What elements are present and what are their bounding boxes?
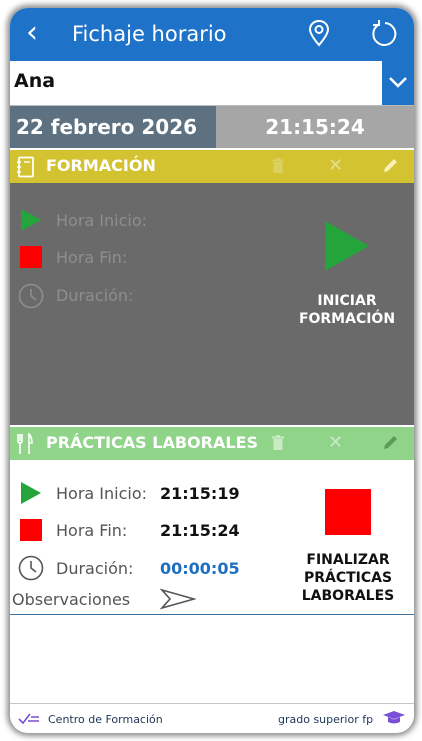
trash-icon[interactable]	[272, 158, 284, 178]
app-window: ‹ Fichaje horario Ana 22 febrero 2026 21…	[10, 8, 414, 733]
chevron-down-icon	[389, 77, 407, 88]
hora-fin-label: Hora Fin:	[56, 248, 128, 267]
practicas-section: PRÁCTICAS LABORALES ✕ Hora Inicio: 21:15…	[10, 427, 414, 615]
fork-knife-icon	[16, 432, 34, 459]
observaciones-label[interactable]: Observaciones	[12, 590, 130, 609]
close-icon[interactable]: ✕	[328, 155, 343, 176]
clock-icon	[18, 283, 44, 313]
clock-icon	[18, 555, 44, 585]
refresh-icon[interactable]	[370, 19, 400, 53]
section-title: FORMACIÓN	[46, 156, 156, 175]
close-icon[interactable]: ✕	[328, 432, 343, 453]
finalizar-practicas-button[interactable]: FINALIZAR PRÁCTICAS LABORALES	[282, 489, 414, 605]
duracion-label: Duración:	[56, 286, 134, 305]
graduation-cap-icon	[382, 710, 406, 729]
stop-icon	[20, 246, 42, 272]
hora-fin-label: Hora Fin:	[56, 521, 128, 540]
dropdown-button[interactable]	[382, 61, 414, 105]
footer: Centro de Formación grado superior fp	[10, 703, 414, 733]
chevron-left-icon[interactable]: ‹	[26, 15, 38, 51]
user-select-value: Ana	[14, 70, 56, 92]
current-time: 21:15:24	[216, 106, 414, 148]
top-bar: ‹ Fichaje horario	[10, 8, 414, 61]
section-title: PRÁCTICAS LABORALES	[46, 433, 258, 452]
page-title: Fichaje horario	[72, 22, 227, 46]
current-date: 22 febrero 2026	[10, 106, 216, 148]
play-icon	[325, 221, 369, 271]
pencil-icon[interactable]	[382, 158, 398, 178]
action-label-line3: LABORALES	[301, 588, 395, 604]
user-select[interactable]: Ana	[10, 61, 414, 106]
action-label-line1: INICIAR	[317, 293, 377, 309]
formacion-section: FORMACIÓN ✕ Hora Inicio: Hora Fin: Durac…	[10, 150, 414, 425]
checklist-icon	[18, 712, 40, 729]
send-icon[interactable]	[159, 588, 197, 614]
duracion-value: 00:00:05	[160, 559, 240, 578]
footer-right-link[interactable]: grado superior fp	[278, 713, 373, 726]
pencil-icon[interactable]	[382, 435, 398, 455]
stop-icon	[325, 489, 371, 535]
trash-icon[interactable]	[272, 435, 284, 455]
play-icon	[20, 481, 42, 509]
action-label-line2: PRÁCTICAS	[303, 570, 393, 586]
action-label-line1: FINALIZAR	[306, 552, 390, 568]
footer-left-link[interactable]: Centro de Formación	[48, 713, 163, 726]
hora-inicio-value: 21:15:19	[160, 484, 240, 503]
hora-fin-value: 21:15:24	[160, 521, 240, 540]
hora-inicio-label: Hora Inicio:	[56, 211, 148, 230]
datetime-bar: 22 febrero 2026 21:15:24	[10, 106, 414, 148]
action-label-line2: FORMACIÓN	[298, 311, 396, 327]
stop-icon	[20, 519, 42, 545]
practicas-header: PRÁCTICAS LABORALES ✕	[10, 427, 414, 460]
duracion-label: Duración:	[56, 559, 134, 578]
play-icon	[20, 208, 42, 236]
formacion-header: FORMACIÓN ✕	[10, 150, 414, 183]
iniciar-formacion-button[interactable]: INICIAR FORMACIÓN	[280, 220, 414, 328]
location-pin-icon[interactable]	[308, 19, 330, 51]
hora-inicio-label: Hora Inicio:	[56, 484, 148, 503]
notebook-icon	[16, 156, 36, 182]
